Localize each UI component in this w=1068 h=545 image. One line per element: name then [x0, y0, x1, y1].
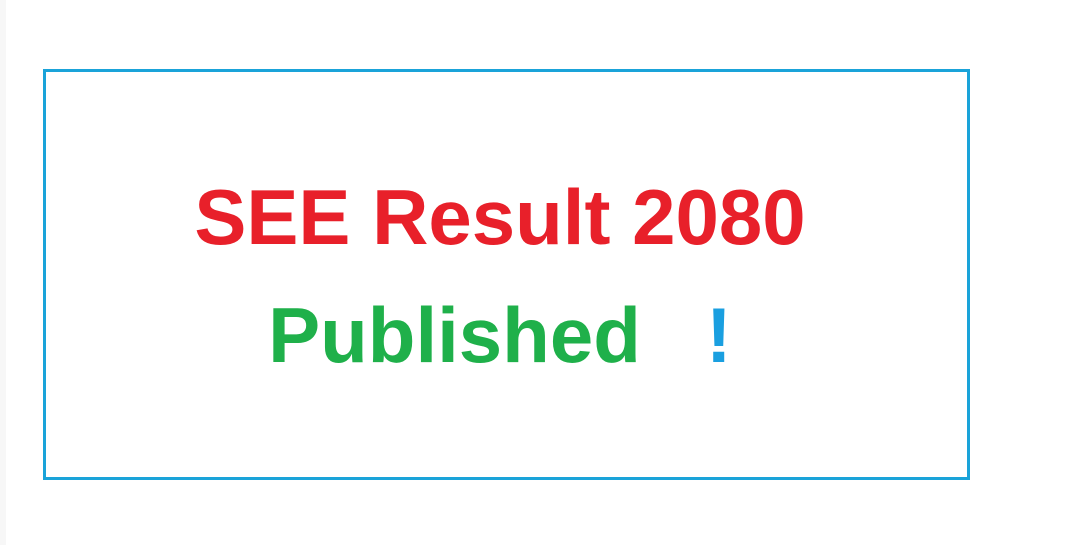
banner-frame	[43, 69, 970, 480]
published-text: Published	[268, 291, 641, 379]
status-line: Published !	[0, 290, 1000, 380]
headline-text: SEE Result 2080	[194, 173, 806, 261]
exclamation-mark: !	[705, 291, 732, 379]
left-edge-strip	[0, 0, 6, 545]
page: SEE Result 2080 Published !	[0, 0, 1068, 545]
